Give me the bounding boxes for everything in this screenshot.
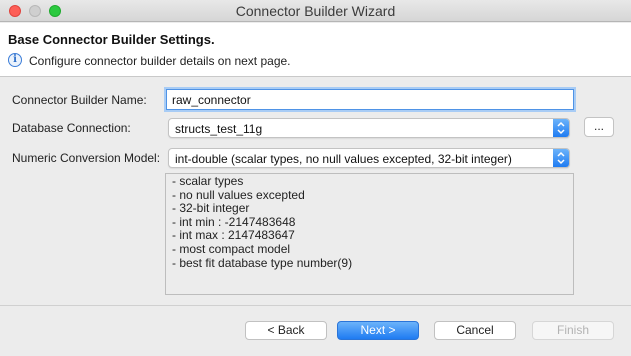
title-bar[interactable]: Connector Builder Wizard — [0, 0, 631, 22]
numeric-conversion-select[interactable]: int-double (scalar types, no null values… — [168, 148, 570, 168]
numeric-conversion-label: Numeric Conversion Model: — [12, 151, 161, 165]
info-icon: i — [8, 53, 22, 67]
details-line: - most compact model — [172, 241, 291, 256]
details-line: - int min : -2147483648 — [172, 214, 296, 229]
back-button[interactable]: < Back — [245, 321, 327, 340]
next-button[interactable]: Next > — [337, 321, 419, 340]
connector-name-label: Connector Builder Name: — [12, 93, 147, 107]
details-line: - no null values excepted — [172, 187, 305, 202]
cancel-button[interactable]: Cancel — [434, 321, 516, 340]
conversion-details-box: - scalar types - no null values excepted… — [165, 173, 574, 295]
button-bar-separator — [0, 305, 631, 306]
database-connection-select[interactable]: structs_test_11g — [168, 118, 570, 138]
details-line: - int max : 2147483647 — [172, 228, 295, 243]
chevron-updown-icon — [553, 119, 569, 137]
window-title: Connector Builder Wizard — [235, 3, 396, 19]
wizard-window: Connector Builder Wizard Base Connector … — [0, 0, 631, 356]
details-line: - scalar types — [172, 174, 244, 188]
page-description: Configure connector builder details on n… — [29, 54, 291, 68]
chevron-updown-icon — [553, 149, 569, 167]
wizard-banner: Base Connector Builder Settings. i Confi… — [0, 23, 631, 77]
database-connection-value: structs_test_11g — [175, 122, 263, 136]
database-connection-label: Database Connection: — [12, 121, 131, 135]
browse-connection-button[interactable]: ... — [584, 117, 614, 137]
finish-button: Finish — [532, 321, 614, 340]
page-title: Base Connector Builder Settings. — [8, 32, 215, 47]
connector-name-input[interactable] — [166, 89, 574, 110]
details-line: - 32-bit integer — [172, 201, 250, 216]
details-line: - best fit database type number(9) — [172, 255, 353, 270]
numeric-conversion-value: int-double (scalar types, no null values… — [175, 152, 512, 166]
